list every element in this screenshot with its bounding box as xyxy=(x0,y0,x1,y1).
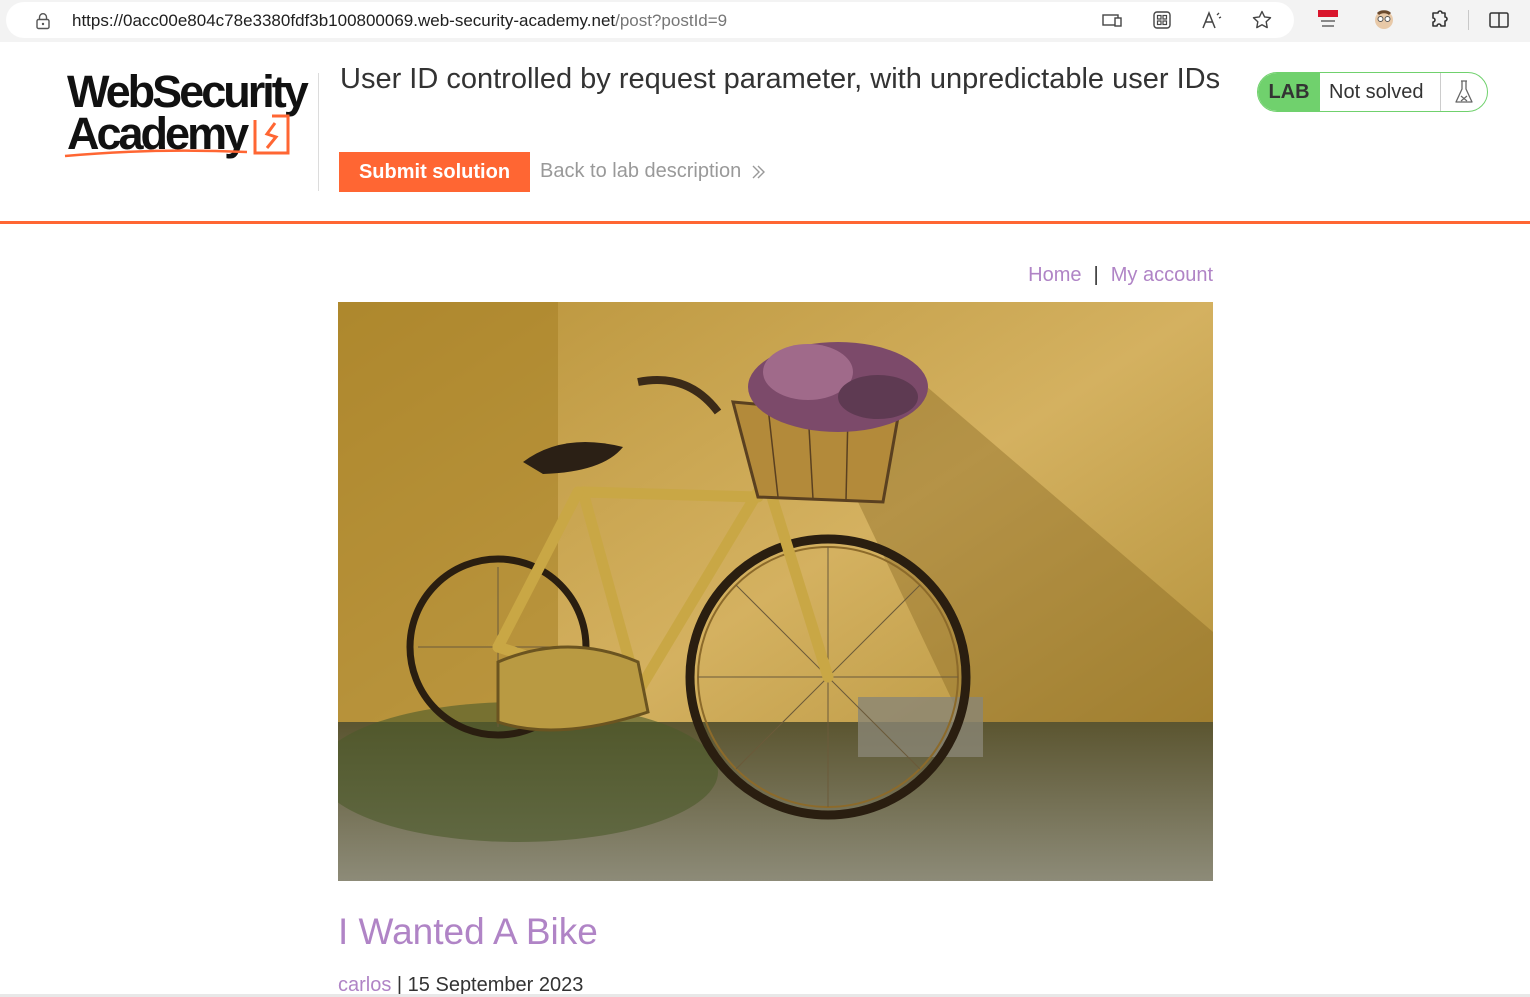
browser-toolbar: https://0acc00e804c78e3380fdf3b100800069… xyxy=(0,0,1530,42)
split-screen-icon[interactable] xyxy=(1487,8,1511,32)
extensions-puzzle-icon[interactable] xyxy=(1427,8,1451,32)
apps-icon[interactable] xyxy=(1150,8,1174,32)
url-host: https://0acc00e804c78e3380fdf3b100800069… xyxy=(72,11,616,30)
flask-icon xyxy=(1455,80,1473,103)
lab-title: User ID controlled by request parameter,… xyxy=(340,63,1221,95)
post-date: 15 September 2023 xyxy=(407,974,584,996)
post-author-link[interactable]: carlos xyxy=(338,974,391,996)
double-chevron-right-icon xyxy=(752,165,766,178)
post-title: I Wanted A Bike xyxy=(338,911,598,952)
submit-solution-button[interactable]: Submit solution xyxy=(339,152,530,192)
url-text[interactable]: https://0acc00e804c78e3380fdf3b100800069… xyxy=(72,11,727,31)
nav-separator: | xyxy=(1093,264,1099,286)
post-meta-separator: | xyxy=(391,974,408,996)
flask-icon-container xyxy=(1441,73,1487,111)
logo-divider xyxy=(318,73,319,191)
lab-status-badge: LAB Not solved xyxy=(1257,72,1488,112)
top-nav: Home | My account xyxy=(1028,264,1213,287)
post-image-bicycle xyxy=(338,302,1213,881)
lab-label: LAB xyxy=(1258,73,1320,111)
lab-status-text: Not solved xyxy=(1320,73,1441,111)
url-path: /post?postId=9 xyxy=(615,11,728,30)
toolbar-divider xyxy=(1468,10,1469,30)
read-aloud-icon[interactable] xyxy=(1200,8,1224,32)
nav-my-account-link[interactable]: My account xyxy=(1111,264,1213,286)
back-link-label: Back to lab description xyxy=(540,160,742,182)
extension-badge-icon[interactable] xyxy=(1316,8,1340,32)
device-icon[interactable] xyxy=(1100,8,1124,32)
back-to-lab-description-link[interactable]: Back to lab description xyxy=(540,160,766,183)
nav-home-link[interactable]: Home xyxy=(1028,264,1081,286)
favorite-star-icon[interactable] xyxy=(1250,8,1274,32)
header-divider xyxy=(0,221,1530,224)
profile-icon[interactable] xyxy=(1372,8,1396,32)
lock-icon[interactable] xyxy=(34,12,52,30)
web-security-academy-logo[interactable]: WebSecurity Academy xyxy=(62,68,318,164)
